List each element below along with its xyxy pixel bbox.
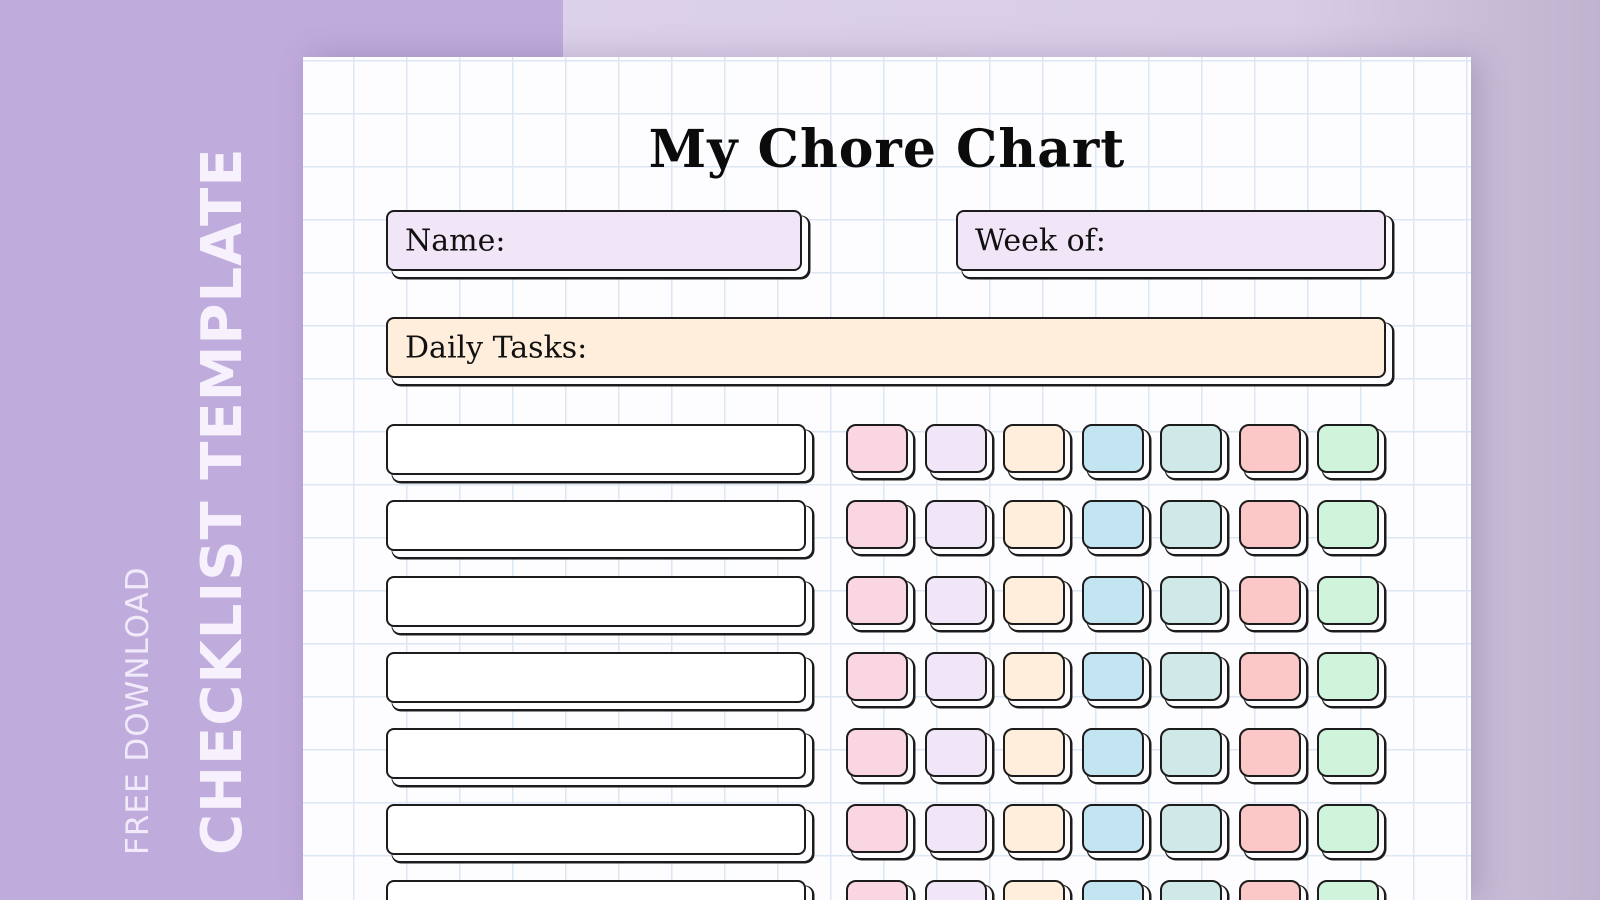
day-checkbox-r4-c1[interactable] (846, 652, 908, 701)
task-input-row-1[interactable] (386, 424, 806, 475)
day-checkbox-r6-c4[interactable] (1081, 804, 1144, 853)
day-checkbox-r4-c3[interactable] (1003, 652, 1065, 701)
page-title: My Chore Chart (648, 119, 1126, 180)
day-checkbox-r3-c6[interactable] (1238, 576, 1301, 625)
day-checkbox-r1-c7[interactable] (1317, 424, 1379, 473)
day-checkbox-r2-c4[interactable] (1081, 500, 1144, 549)
day-checkbox-r2-c6[interactable] (1238, 500, 1301, 549)
free-download-text: FREE DOWNLOAD (120, 566, 156, 855)
day-checkbox-r1-c4[interactable] (1081, 424, 1144, 473)
day-checkbox-r5-c7[interactable] (1317, 728, 1379, 777)
day-checkbox-r1-c3[interactable] (1003, 424, 1065, 473)
day-checkbox-r2-c3[interactable] (1003, 500, 1065, 549)
day-checkbox-r5-c3[interactable] (1003, 728, 1065, 777)
day-checkbox-r6-c7[interactable] (1317, 804, 1379, 853)
day-checkbox-r3-c7[interactable] (1317, 576, 1379, 625)
day-checkbox-r6-c6[interactable] (1238, 804, 1301, 853)
day-checkbox-r1-c5[interactable] (1160, 424, 1222, 473)
day-checkbox-r3-c5[interactable] (1160, 576, 1222, 625)
name-label: Name: (405, 223, 506, 258)
day-checkbox-r7-c1[interactable] (846, 880, 908, 900)
day-checkbox-r4-c6[interactable] (1238, 652, 1301, 701)
week-of-field[interactable]: Week of: (956, 210, 1386, 271)
day-checkbox-r7-c7[interactable] (1317, 880, 1379, 900)
day-checkbox-r2-c2[interactable] (924, 500, 987, 549)
task-input-row-2[interactable] (386, 500, 806, 551)
day-checkbox-r3-c2[interactable] (924, 576, 987, 625)
day-checkbox-r5-c6[interactable] (1238, 728, 1301, 777)
day-checkbox-r3-c4[interactable] (1081, 576, 1144, 625)
day-checkbox-r4-c2[interactable] (924, 652, 987, 701)
checklist-template-text: CHECKLIST TEMPLATE (190, 147, 255, 855)
task-input-row-5[interactable] (386, 728, 806, 779)
day-checkbox-r4-c5[interactable] (1160, 652, 1222, 701)
day-checkbox-r1-c1[interactable] (846, 424, 908, 473)
day-checkbox-r7-c6[interactable] (1238, 880, 1301, 900)
day-checkbox-r5-c1[interactable] (846, 728, 908, 777)
day-checkbox-r6-c2[interactable] (924, 804, 987, 853)
name-field[interactable]: Name: (386, 210, 802, 271)
day-checkbox-r4-c7[interactable] (1317, 652, 1379, 701)
task-input-row-7[interactable] (386, 880, 806, 900)
week-of-label: Week of: (975, 223, 1106, 258)
day-checkbox-r6-c1[interactable] (846, 804, 908, 853)
day-checkbox-r7-c4[interactable] (1081, 880, 1144, 900)
day-checkbox-r7-c5[interactable] (1160, 880, 1222, 900)
day-checkbox-r5-c2[interactable] (924, 728, 987, 777)
day-checkbox-r1-c6[interactable] (1238, 424, 1301, 473)
day-checkbox-r6-c3[interactable] (1003, 804, 1065, 853)
day-checkbox-r1-c2[interactable] (924, 424, 987, 473)
day-checkbox-r7-c3[interactable] (1003, 880, 1065, 900)
day-checkbox-r5-c5[interactable] (1160, 728, 1222, 777)
day-checkbox-r6-c5[interactable] (1160, 804, 1222, 853)
day-checkbox-r2-c7[interactable] (1317, 500, 1379, 549)
chore-chart-sheet: My Chore Chart Name: Week of: Daily Task… (303, 57, 1471, 900)
task-input-row-4[interactable] (386, 652, 806, 703)
day-checkbox-r7-c2[interactable] (924, 880, 987, 900)
day-checkbox-r2-c1[interactable] (846, 500, 908, 549)
daily-tasks-label: Daily Tasks: (405, 330, 588, 365)
day-checkbox-r5-c4[interactable] (1081, 728, 1144, 777)
day-checkbox-r4-c4[interactable] (1081, 652, 1144, 701)
day-checkbox-r3-c3[interactable] (1003, 576, 1065, 625)
task-input-row-6[interactable] (386, 804, 806, 855)
task-input-row-3[interactable] (386, 576, 806, 627)
day-checkbox-r2-c5[interactable] (1160, 500, 1222, 549)
daily-tasks-header: Daily Tasks: (386, 317, 1386, 378)
day-checkbox-r3-c1[interactable] (846, 576, 908, 625)
